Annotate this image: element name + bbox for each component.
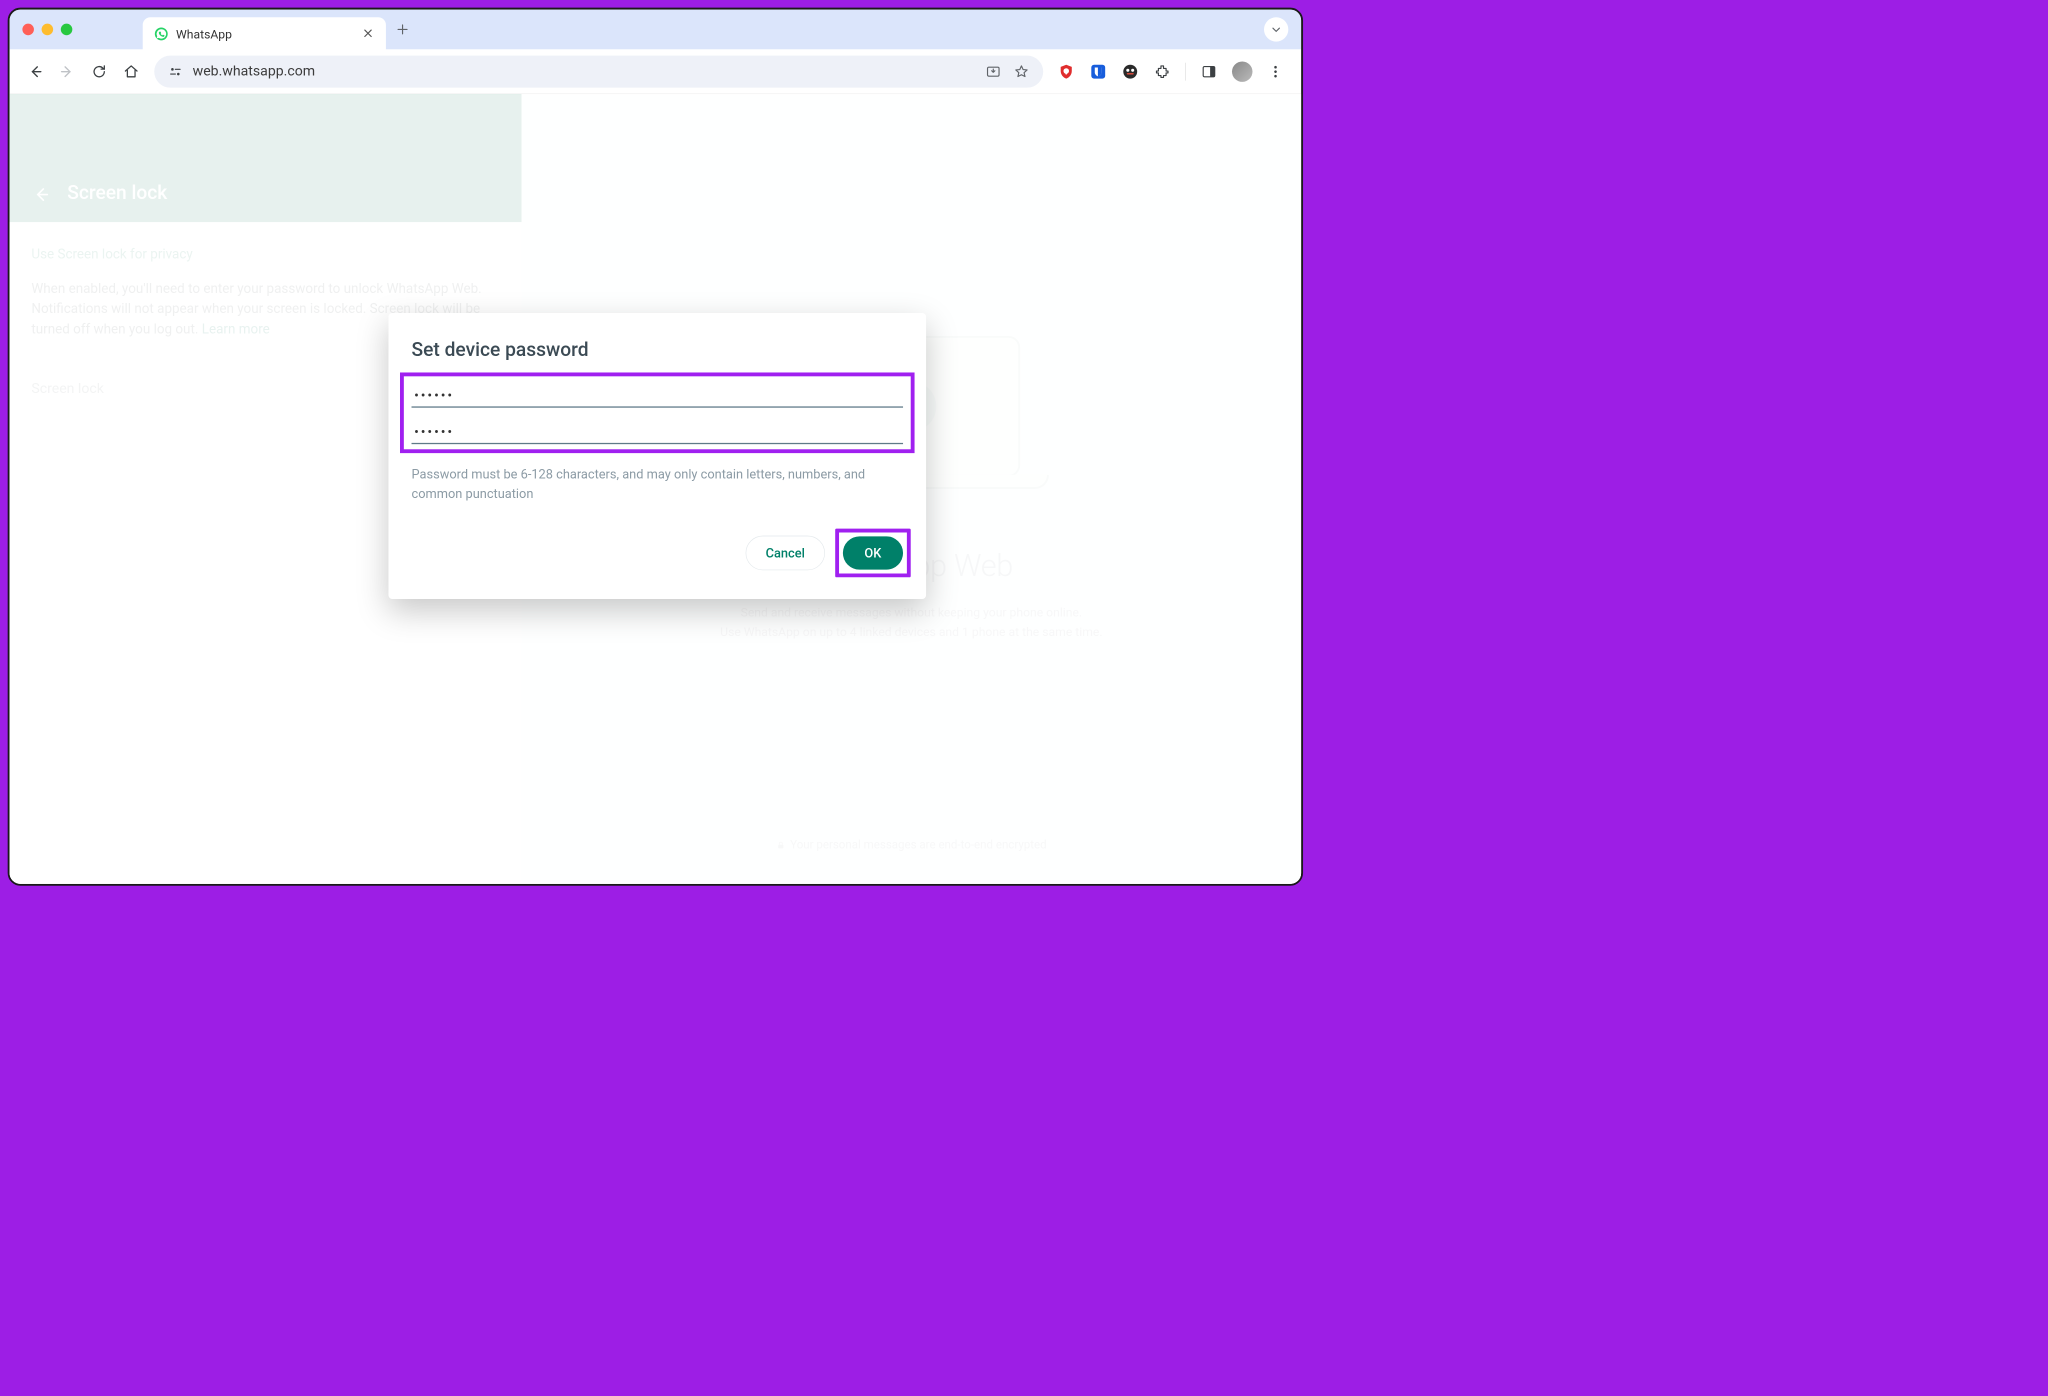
- ok-button[interactable]: OK: [843, 536, 903, 569]
- nav-home-button[interactable]: [122, 62, 140, 80]
- set-password-dialog: Set device password Password must be 6-1…: [388, 313, 926, 599]
- sidebar-subheading: Use Screen lock for privacy: [31, 245, 499, 265]
- nav-back-button[interactable]: [26, 62, 44, 80]
- main-subtitle: Send and receive messages without keepin…: [720, 603, 1102, 642]
- dialog-helper-text: Password must be 6-128 characters, and m…: [388, 458, 926, 528]
- new-tab-button[interactable]: [396, 23, 409, 36]
- dialog-title: Set device password: [388, 339, 926, 373]
- window-controls: [22, 24, 72, 36]
- window-close-button[interactable]: [22, 24, 34, 36]
- ok-button-highlight: OK: [835, 529, 911, 578]
- browser-window: WhatsApp: [8, 8, 1303, 886]
- tab-title: WhatsApp: [176, 27, 355, 42]
- whatsapp-favicon-icon: [154, 27, 168, 41]
- address-url: web.whatsapp.com: [193, 63, 976, 79]
- side-panel-icon[interactable]: [1200, 62, 1218, 80]
- toolbar-extensions: [1057, 61, 1284, 81]
- menu-kebab-icon[interactable]: [1267, 62, 1285, 80]
- tabs-dropdown-button[interactable]: [1264, 17, 1288, 41]
- sidebar-title: Screen lock: [67, 182, 167, 204]
- profile-avatar[interactable]: [1232, 61, 1252, 81]
- cancel-button[interactable]: Cancel: [746, 536, 825, 571]
- sidebar-header: Screen lock: [10, 94, 522, 222]
- back-arrow-icon[interactable]: [31, 185, 50, 204]
- extension-icon-3[interactable]: [1121, 62, 1139, 80]
- address-actions: [986, 64, 1030, 79]
- extensions-menu-icon[interactable]: [1153, 62, 1171, 80]
- site-settings-icon[interactable]: [168, 64, 182, 78]
- bookmark-icon[interactable]: [1014, 64, 1029, 79]
- window-maximize-button[interactable]: [61, 24, 73, 36]
- learn-more-link[interactable]: Learn more: [202, 322, 270, 337]
- extension-ublock-icon[interactable]: [1057, 62, 1075, 80]
- confirm-password-input[interactable]: [412, 418, 904, 444]
- app-content: Screen lock Use Screen lock for privacy …: [10, 94, 1302, 884]
- window-minimize-button[interactable]: [42, 24, 54, 36]
- encryption-text: Your personal messages are end-to-end en…: [790, 838, 1046, 851]
- browser-toolbar: web.whatsapp.com: [10, 49, 1302, 94]
- tab-close-icon[interactable]: [363, 28, 375, 40]
- tabbar-right: [1264, 17, 1288, 41]
- nav-reload-button[interactable]: [90, 62, 108, 80]
- main-sub-line1: Send and receive messages without keepin…: [720, 603, 1102, 622]
- nav-forward-button[interactable]: [58, 62, 76, 80]
- titlebar: WhatsApp: [10, 10, 1302, 50]
- dialog-actions: Cancel OK: [388, 529, 926, 578]
- address-bar[interactable]: web.whatsapp.com: [154, 55, 1043, 87]
- lock-icon: [776, 841, 785, 850]
- password-fields-highlight: [400, 372, 915, 453]
- encryption-notice: Your personal messages are end-to-end en…: [776, 838, 1047, 851]
- main-sub-line2: Use WhatsApp on up to 4 linked devices a…: [720, 622, 1102, 641]
- browser-tab[interactable]: WhatsApp: [143, 17, 386, 50]
- extension-bitwarden-icon[interactable]: [1089, 62, 1107, 80]
- password-input[interactable]: [412, 381, 904, 407]
- install-app-icon[interactable]: [986, 64, 1001, 79]
- toolbar-separator: [1185, 62, 1186, 80]
